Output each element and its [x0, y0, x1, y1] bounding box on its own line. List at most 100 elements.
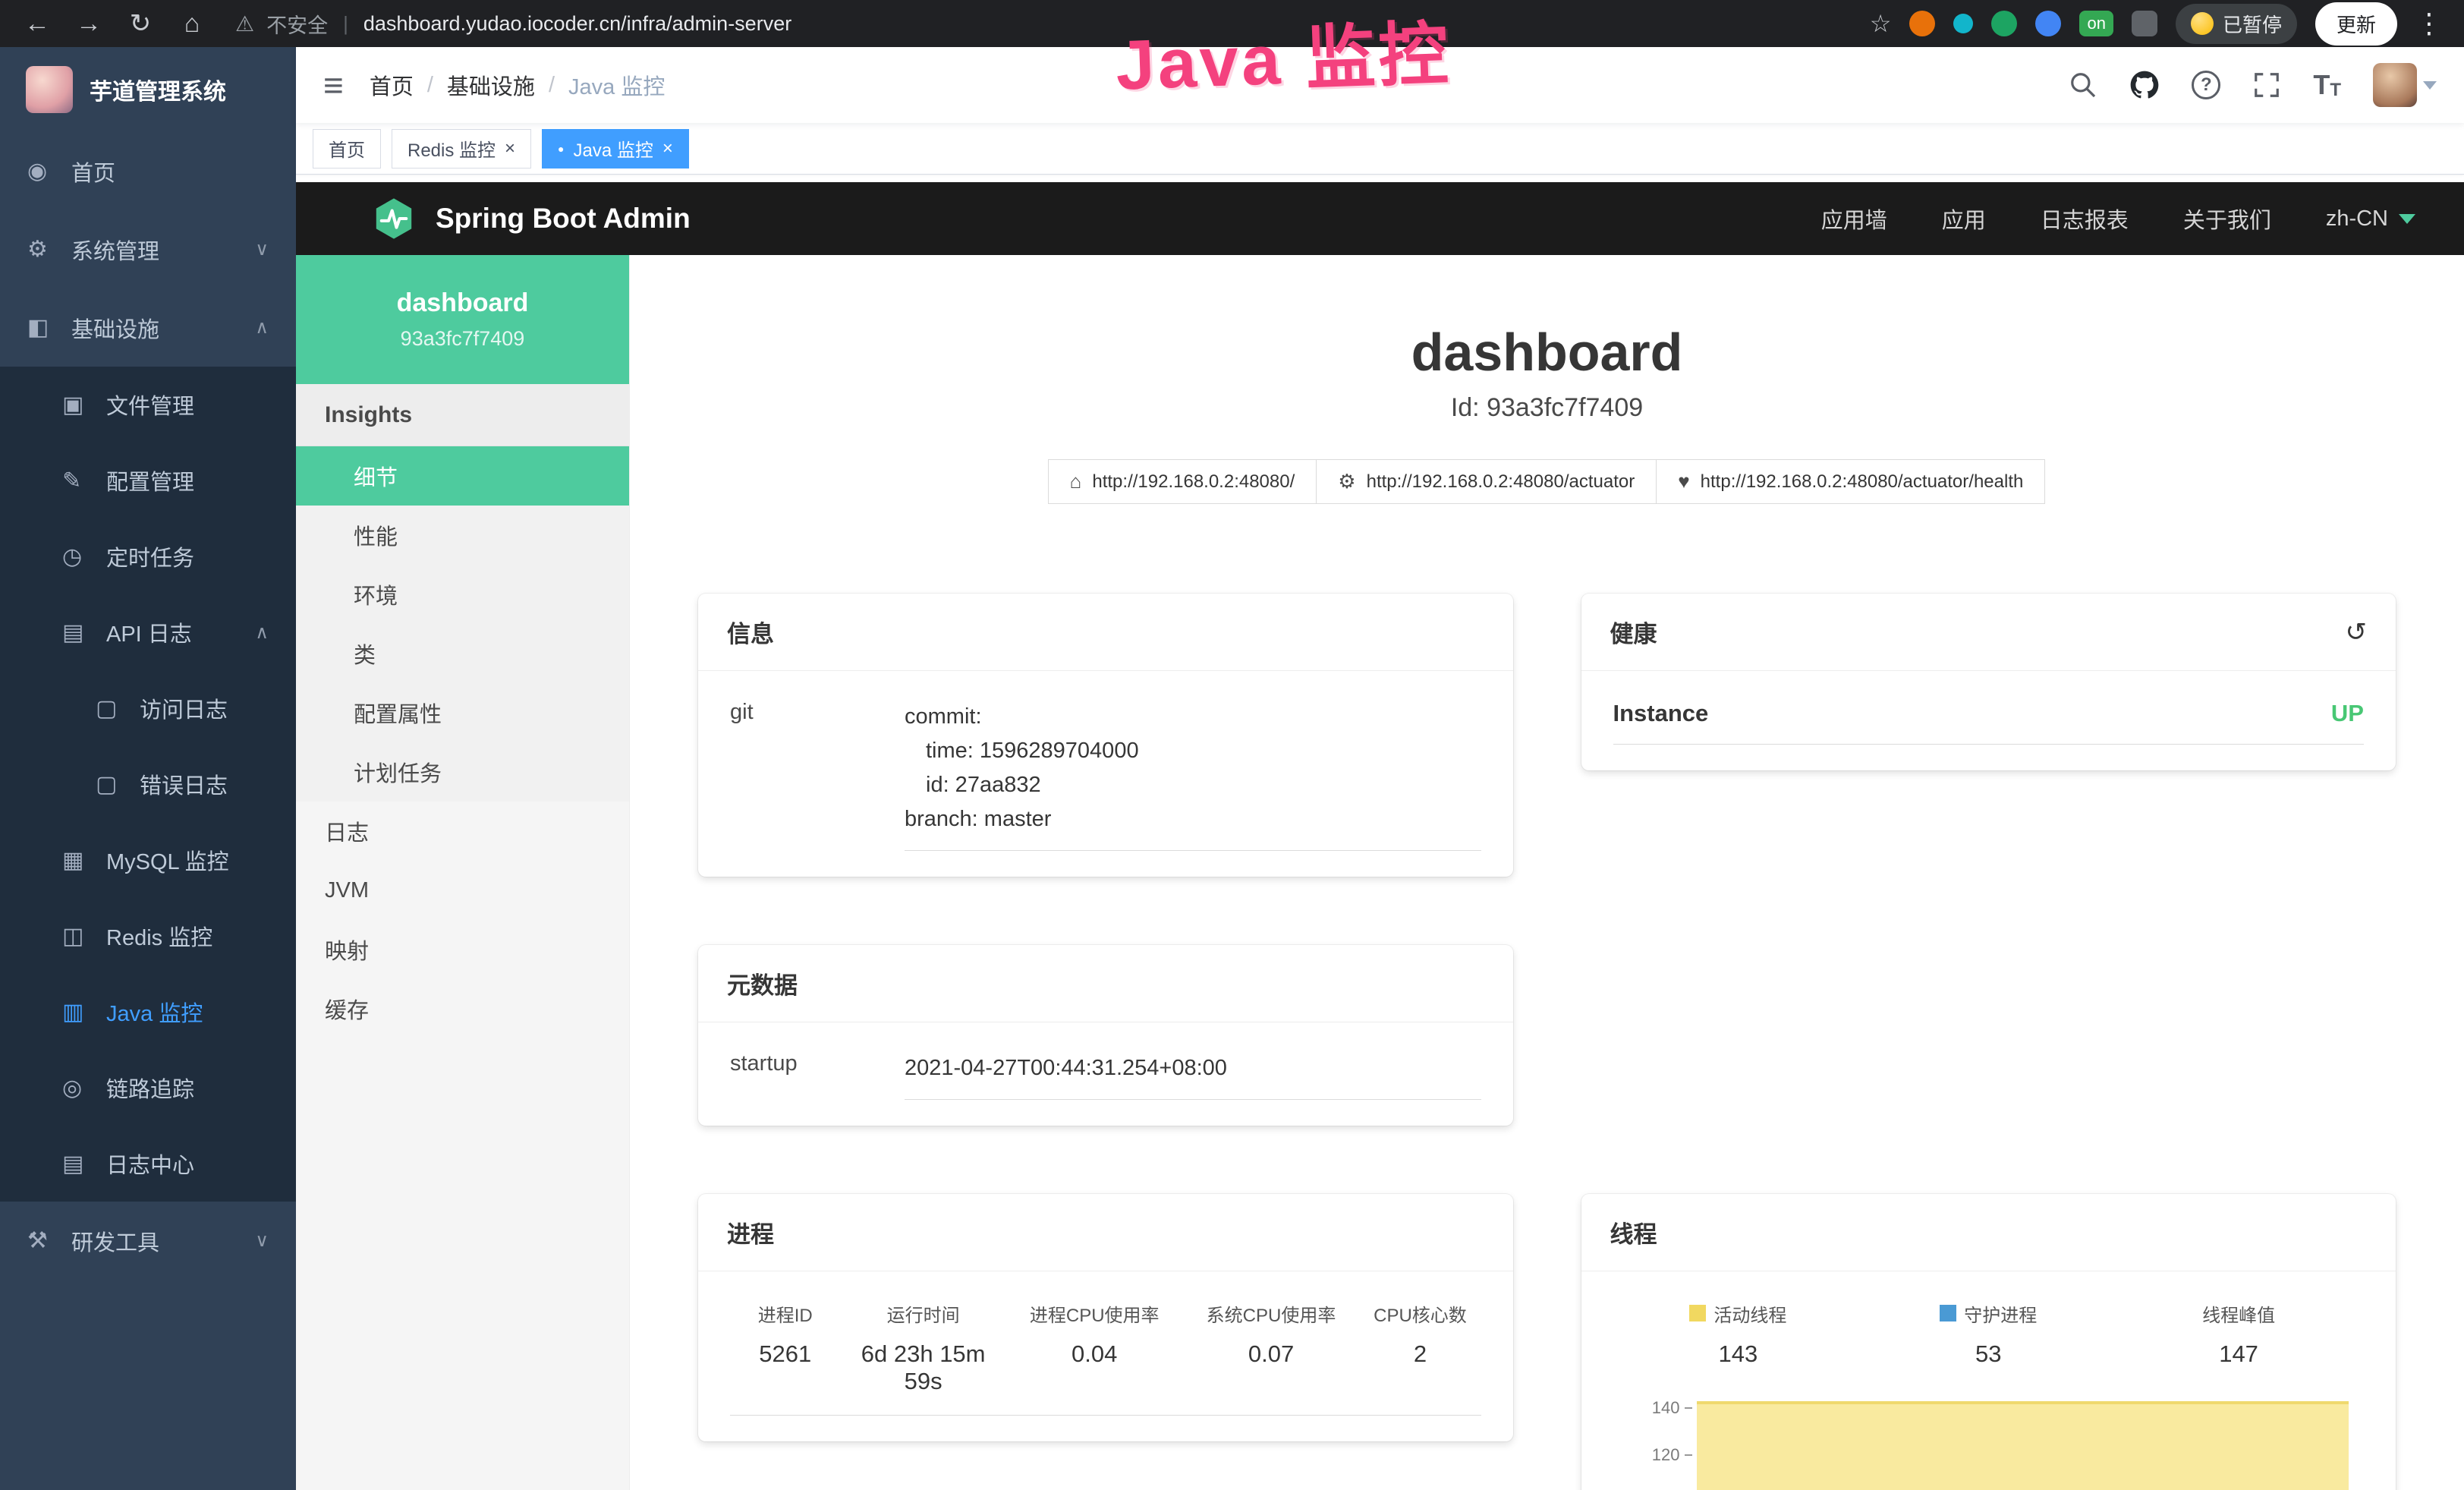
live-threads-area [1697, 1401, 2349, 1490]
git-branch-line: branch: master [905, 802, 1481, 836]
url-text: dashboard.yudao.iocoder.cn/infra/admin-s… [363, 12, 791, 36]
sidebar-item-tracing[interactable]: ◎ 链路追踪 [0, 1050, 296, 1126]
sba-content: dashboard Id: 93a3fc7f7409 ⌂ http://192.… [630, 255, 2464, 1490]
item-label: 日志 [325, 815, 369, 847]
app-logo[interactable]: 芋道管理系统 [0, 47, 296, 132]
sidebar-item-system[interactable]: ⚙ 系统管理 ∨ [0, 210, 296, 288]
sba-nav-applications[interactable]: 应用 [1942, 203, 1986, 235]
actuator-link[interactable]: ⚙ http://192.168.0.2:48080/actuator [1316, 459, 1657, 504]
sba-item-metrics[interactable]: 性能 [296, 506, 629, 565]
tags-view: 首页 Redis 监控 × ● Java 监控 × [296, 123, 2464, 175]
sba-section-insights[interactable]: Insights [296, 384, 629, 446]
instance-home-link[interactable]: ⌂ http://192.168.0.2:48080/ [1048, 459, 1317, 504]
sidebar-item-java-monitor[interactable]: ▥ Java 监控 [0, 974, 296, 1050]
extension-icon[interactable] [1909, 11, 1935, 36]
sba-item-config-props[interactable]: 配置属性 [296, 683, 629, 742]
sba-nav-about[interactable]: 关于我们 [2183, 203, 2271, 235]
sba-language-select[interactable]: zh-CN [2326, 206, 2415, 232]
sidebar-item-config-mgmt[interactable]: ✎ 配置管理 [0, 443, 296, 518]
pencil-icon: ✎ [62, 468, 106, 494]
sidebar-item-home[interactable]: ◉ 首页 [0, 132, 296, 210]
spacer [296, 175, 2464, 182]
back-icon[interactable]: ← [21, 9, 53, 39]
health-link[interactable]: ♥ http://192.168.0.2:48080/actuator/heal… [1656, 459, 2045, 504]
log-icon: ▤ [62, 619, 106, 646]
sidebar-item-api-logs[interactable]: ▤ API 日志 ∧ [0, 594, 296, 670]
legend-value: 143 [1613, 1340, 1864, 1368]
sba-sidebar: dashboard 93a3fc7f7409 Insights 细节 性能 环境 [296, 255, 630, 1490]
sba-nav-journal[interactable]: 日志报表 [2041, 203, 2129, 235]
process-col-cores: CPU核心数 2 [1359, 1300, 1481, 1395]
sba-item-beans[interactable]: 类 [296, 624, 629, 683]
sidebar-item-label: 日志中心 [106, 1148, 194, 1180]
sidebar-item-log-center[interactable]: ▤ 日志中心 [0, 1126, 296, 1202]
search-icon[interactable] [2069, 71, 2097, 99]
doc-icon: ▢ [96, 771, 140, 798]
address-bar[interactable]: ⚠ 不安全 | dashboard.yudao.iocoder.cn/infra… [235, 9, 791, 39]
tag-home[interactable]: 首页 [313, 129, 381, 169]
tag-redis-monitor[interactable]: Redis 监控 × [392, 129, 531, 169]
avatar [2373, 63, 2417, 107]
smiley-icon [2191, 12, 2214, 35]
file-icon: ▣ [62, 392, 106, 418]
sidebar-item-mysql-monitor[interactable]: ▦ MySQL 监控 [0, 822, 296, 898]
sidebar-item-file-mgmt[interactable]: ▣ 文件管理 [0, 367, 296, 443]
sba-nav-wallboard[interactable]: 应用墙 [1821, 203, 1887, 235]
github-icon[interactable] [2129, 70, 2160, 100]
sba-item-details[interactable]: 细节 [296, 446, 629, 506]
sidebar-item-error-logs[interactable]: ▢ 错误日志 [0, 746, 296, 822]
sba-item-caches[interactable]: 缓存 [296, 979, 629, 1038]
home-icon[interactable]: ⌂ [176, 9, 208, 39]
chevron-up-icon: ∧ [255, 317, 269, 339]
sidebar-item-access-logs[interactable]: ▢ 访问日志 [0, 670, 296, 746]
extension-icon[interactable] [2035, 11, 2061, 36]
col-value: 0.04 [1006, 1340, 1183, 1368]
sba-item-scheduled-tasks[interactable]: 计划任务 [296, 742, 629, 802]
sba-item-jvm[interactable]: JVM [296, 861, 629, 920]
y-tick: 140 [1652, 1398, 1692, 1418]
breadcrumb-home[interactable]: 首页 [370, 69, 414, 101]
sba-item-logs[interactable]: 日志 [296, 802, 629, 861]
git-commit-line: commit: [905, 700, 1481, 734]
help-icon[interactable]: ? [2192, 71, 2220, 99]
sidebar-item-devtools[interactable]: ⚒ 研发工具 ∨ [0, 1202, 296, 1280]
user-menu[interactable] [2373, 63, 2437, 107]
close-icon[interactable]: × [662, 140, 673, 158]
sidebar-item-label: 链路追踪 [106, 1072, 194, 1104]
sidebar-item-redis-monitor[interactable]: ◫ Redis 监控 [0, 898, 296, 974]
tag-java-monitor[interactable]: ● Java 监控 × [542, 129, 689, 169]
sba-item-environment[interactable]: 环境 [296, 565, 629, 624]
breadcrumb-infra[interactable]: 基础设施 [447, 69, 535, 101]
hamburger-icon[interactable]: ≡ [323, 65, 344, 106]
close-icon[interactable]: × [505, 140, 515, 158]
legend-label: 线程峰值 [2202, 1300, 2275, 1327]
security-warning-icon: ⚠ [235, 11, 254, 36]
sidebar-item-scheduled-jobs[interactable]: ◷ 定时任务 [0, 518, 296, 594]
extension-on-badge[interactable]: on [2079, 11, 2113, 36]
browser-menu-icon[interactable]: ⋮ [2415, 8, 2443, 39]
instance-id: 93a3fc7f7409 [401, 327, 525, 351]
history-icon[interactable]: ↺ [2346, 617, 2368, 647]
sba-instance-header[interactable]: dashboard 93a3fc7f7409 [296, 255, 629, 384]
legend-value: 147 [2113, 1340, 2364, 1368]
extension-icon[interactable] [1953, 14, 1973, 33]
extensions-puzzle-icon[interactable] [2132, 11, 2157, 36]
forward-icon[interactable]: → [73, 9, 105, 39]
update-button[interactable]: 更新 [2315, 2, 2397, 46]
extension-icon[interactable] [1991, 11, 2017, 36]
legend-live-threads: 活动线程 143 [1613, 1300, 1864, 1368]
bookmark-star-icon[interactable]: ☆ [1870, 9, 1892, 38]
item-label: 类 [354, 638, 376, 669]
sidebar-item-infra[interactable]: ◧ 基础设施 ∧ [0, 288, 296, 367]
sba-item-mappings[interactable]: 映射 [296, 920, 629, 979]
sidebar-submenu-infra: ▣ 文件管理 ✎ 配置管理 ◷ 定时任务 ▤ API 日志 ∧ [0, 367, 296, 1202]
fullscreen-icon[interactable] [2252, 71, 2281, 99]
reload-icon[interactable]: ↻ [124, 8, 156, 39]
font-size-icon[interactable]: T T [2313, 69, 2341, 101]
col-value: 6d 23h 15m 59s [841, 1340, 1006, 1395]
metadata-key: startup [730, 1051, 905, 1100]
clock-icon: ◷ [62, 543, 106, 570]
sba-language-label: zh-CN [2326, 206, 2388, 232]
process-col-uptime: 运行时间 6d 23h 15m 59s [841, 1300, 1006, 1395]
paused-badge[interactable]: 已暂停 [2176, 4, 2297, 44]
